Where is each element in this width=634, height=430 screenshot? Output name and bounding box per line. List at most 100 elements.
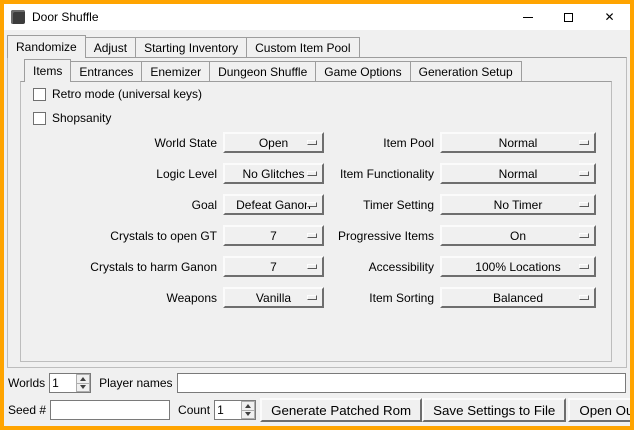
tab-enemizer[interactable]: Enemizer (141, 61, 210, 81)
close-button[interactable]: ✕ (589, 4, 630, 30)
arrow-up-icon (245, 404, 251, 408)
tab-starting-inventory-label: Starting Inventory (144, 41, 238, 55)
goal-value: Defeat Ganon (236, 198, 311, 212)
tab-dungeon-shuffle[interactable]: Dungeon Shuffle (209, 61, 316, 81)
window: Door Shuffle ✕ Randomize Adjust Starting… (0, 0, 634, 430)
dropdown-indicator-icon (579, 171, 589, 176)
retro-mode-label: Retro mode (universal keys) (52, 87, 202, 101)
seed-row: Seed # Count Generate Patched Rom Save S… (8, 398, 626, 422)
seed-input[interactable] (50, 400, 170, 420)
count-input[interactable] (215, 401, 241, 419)
dropdown-indicator-icon (307, 171, 317, 176)
tab-entrances-label: Entrances (79, 65, 133, 79)
item-sorting-dropdown[interactable]: Balanced (440, 287, 596, 308)
window-title: Door Shuffle (32, 10, 99, 24)
app-icon (11, 10, 25, 24)
player-names-input[interactable] (177, 373, 627, 393)
count-label: Count (178, 403, 210, 417)
dropdown-indicator-icon (579, 202, 589, 207)
weapons-dropdown[interactable]: Vanilla (223, 287, 324, 308)
dropdown-indicator-icon (579, 233, 589, 238)
worlds-stepper[interactable] (49, 373, 91, 393)
timer-setting-label: Timer Setting (330, 198, 434, 212)
tab-adjust-label: Adjust (94, 41, 127, 55)
accessibility-label: Accessibility (330, 260, 434, 274)
dropdown-indicator-icon (307, 140, 317, 145)
count-stepper[interactable] (214, 400, 256, 420)
dropdown-indicator-icon (307, 295, 317, 300)
tab-dungeon-shuffle-label: Dungeon Shuffle (218, 65, 307, 79)
inner-tab-bar: Items Entrances Enemizer Dungeon Shuffle… (24, 58, 522, 81)
arrow-up-icon (80, 377, 86, 381)
logic-level-label: Logic Level (21, 167, 217, 181)
item-sorting-label: Item Sorting (330, 291, 434, 305)
dropdown-indicator-icon (307, 264, 317, 269)
spinner-down-button[interactable] (76, 383, 90, 393)
tab-enemizer-label: Enemizer (150, 65, 201, 79)
item-pool-value: Normal (499, 136, 538, 150)
world-state-value: Open (259, 136, 288, 150)
world-state-label: World State (21, 136, 217, 150)
worlds-label: Worlds (8, 376, 45, 390)
item-functionality-dropdown[interactable]: Normal (440, 163, 596, 184)
tab-custom-item-pool[interactable]: Custom Item Pool (246, 37, 359, 57)
tab-entrances[interactable]: Entrances (70, 61, 142, 81)
tab-generation-setup[interactable]: Generation Setup (410, 61, 522, 81)
tab-randomize[interactable]: Randomize (7, 35, 86, 58)
dropdown-indicator-icon (307, 202, 317, 207)
tab-adjust[interactable]: Adjust (85, 37, 136, 57)
arrow-down-icon (245, 412, 251, 416)
weapons-value: Vanilla (256, 291, 291, 305)
timer-setting-value: No Timer (494, 198, 543, 212)
item-sorting-value: Balanced (493, 291, 543, 305)
save-settings-button[interactable]: Save Settings to File (422, 398, 566, 422)
minimize-button[interactable] (507, 4, 548, 30)
client-area: Randomize Adjust Starting Inventory Cust… (4, 30, 630, 426)
shopsanity-checkbox[interactable]: Shopsanity (33, 110, 111, 126)
shopsanity-label: Shopsanity (52, 111, 111, 125)
crystals-open-gt-label: Crystals to open GT (21, 229, 217, 243)
crystals-harm-ganon-dropdown[interactable]: 7 (223, 256, 324, 277)
player-names-label: Player names (99, 376, 172, 390)
accessibility-dropdown[interactable]: 100% Locations (440, 256, 596, 277)
dropdown-indicator-icon (579, 295, 589, 300)
goal-dropdown[interactable]: Defeat Ganon (223, 194, 324, 215)
worlds-row: Worlds Player names (8, 372, 626, 394)
progressive-items-value: On (510, 229, 526, 243)
logic-level-dropdown[interactable]: No Glitches (223, 163, 324, 184)
tab-items-label: Items (33, 64, 62, 78)
maximize-icon (564, 13, 573, 22)
logic-level-value: No Glitches (242, 167, 304, 181)
world-state-dropdown[interactable]: Open (223, 132, 324, 153)
maximize-button[interactable] (548, 4, 589, 30)
tab-generation-setup-label: Generation Setup (419, 65, 513, 79)
item-pool-label: Item Pool (330, 136, 434, 150)
generate-patched-rom-button[interactable]: Generate Patched Rom (260, 398, 422, 422)
tab-starting-inventory[interactable]: Starting Inventory (135, 37, 247, 57)
worlds-input[interactable] (50, 374, 76, 392)
item-pool-dropdown[interactable]: Normal (440, 132, 596, 153)
progressive-items-dropdown[interactable]: On (440, 225, 596, 246)
tab-game-options-label: Game Options (324, 65, 401, 79)
tab-items[interactable]: Items (24, 59, 71, 82)
crystals-harm-ganon-label: Crystals to harm Ganon (21, 260, 217, 274)
item-functionality-label: Item Functionality (330, 167, 434, 181)
worlds-stepper-buttons (76, 374, 90, 392)
goal-label: Goal (21, 198, 217, 212)
titlebar: Door Shuffle ✕ (4, 4, 630, 30)
window-controls: ✕ (507, 4, 630, 30)
timer-setting-dropdown[interactable]: No Timer (440, 194, 596, 215)
checkbox-icon (33, 88, 46, 101)
minimize-icon (523, 17, 533, 18)
item-functionality-value: Normal (499, 167, 538, 181)
spinner-down-button[interactable] (241, 410, 255, 420)
tab-game-options[interactable]: Game Options (315, 61, 410, 81)
weapons-label: Weapons (21, 291, 217, 305)
tab-randomize-label: Randomize (16, 40, 77, 54)
count-stepper-buttons (241, 401, 255, 419)
retro-mode-checkbox[interactable]: Retro mode (universal keys) (33, 86, 202, 102)
dropdown-indicator-icon (579, 140, 589, 145)
crystals-harm-ganon-value: 7 (270, 260, 277, 274)
open-output-directory-button[interactable]: Open Output Directory (568, 398, 634, 422)
crystals-open-gt-dropdown[interactable]: 7 (223, 225, 324, 246)
